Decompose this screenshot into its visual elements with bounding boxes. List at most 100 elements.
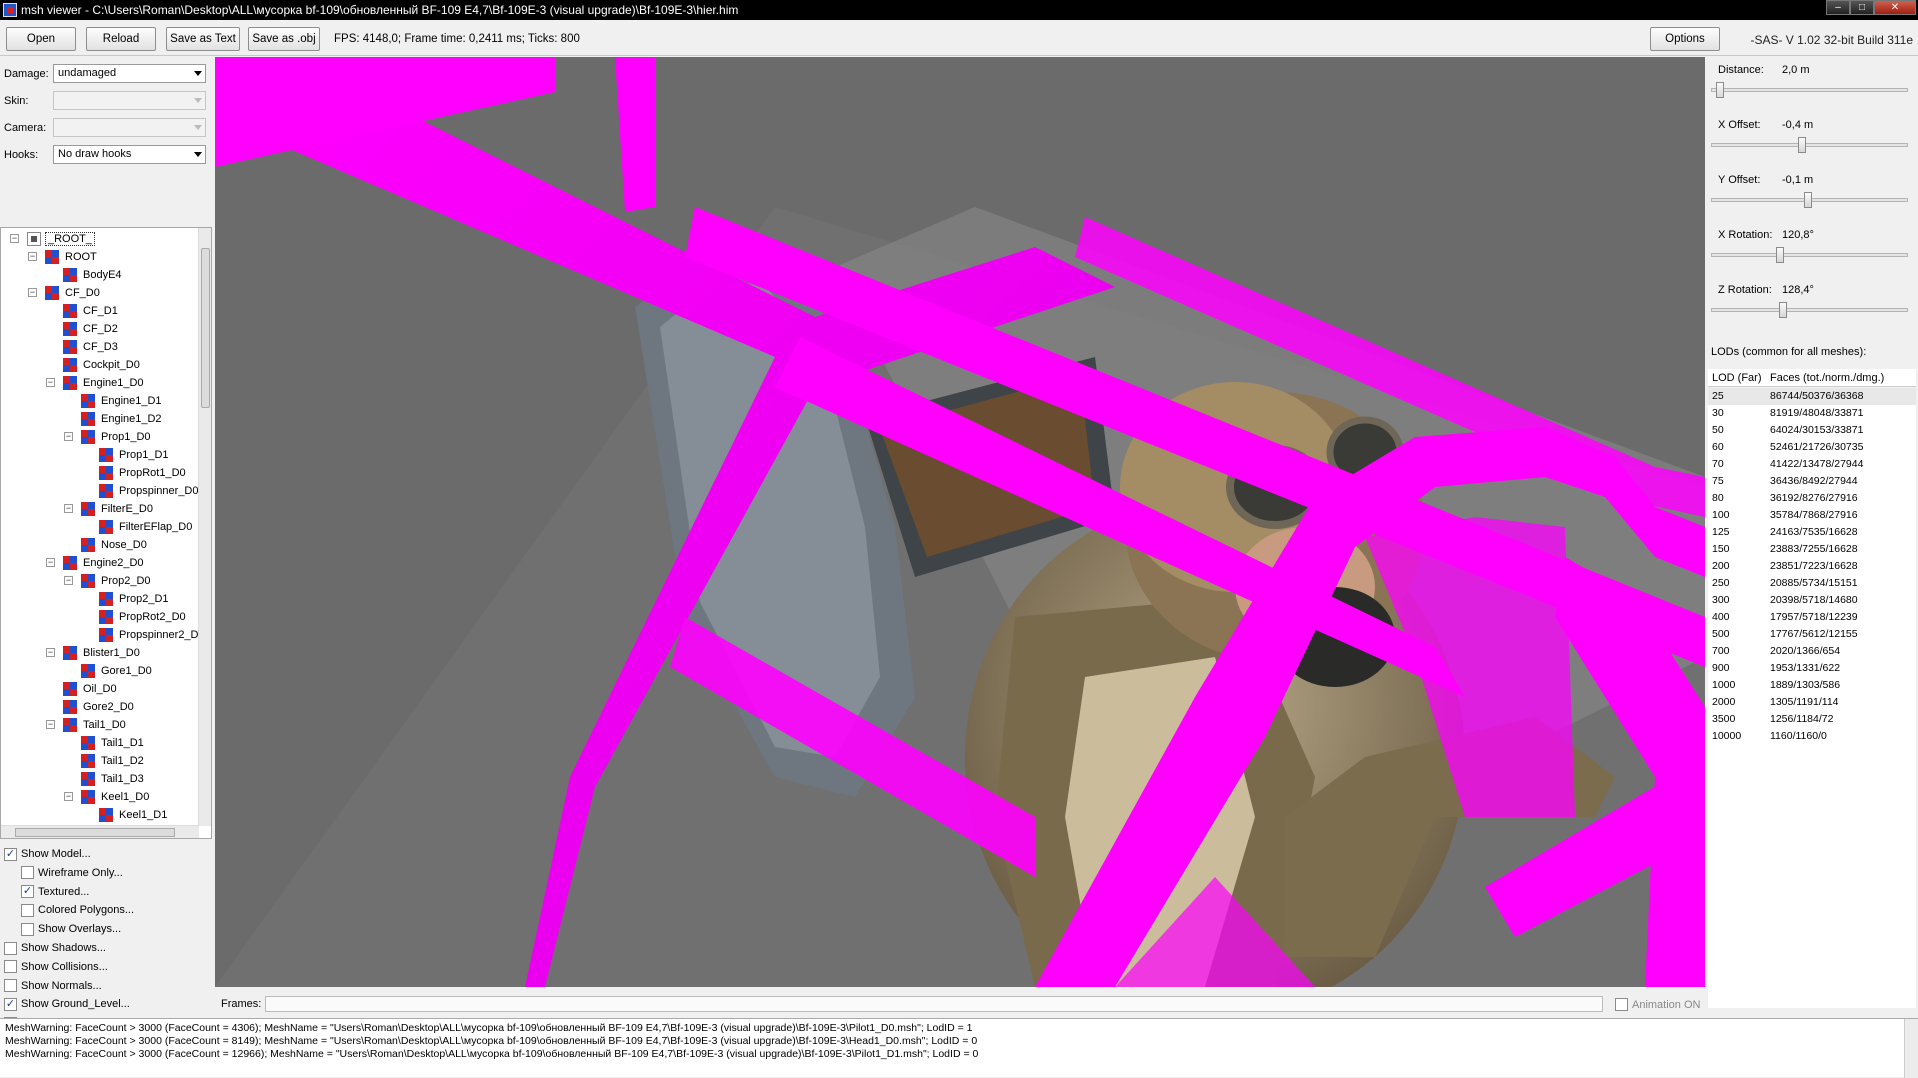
slider-track[interactable]	[1711, 137, 1908, 153]
slider-knob[interactable]	[1798, 137, 1806, 153]
option-8[interactable]: ✓ Show Ground_Level...	[4, 996, 130, 1012]
slider-track[interactable]	[1711, 302, 1908, 318]
tree-node[interactable]: Gore1_D0	[81, 662, 152, 680]
3d-viewport[interactable]	[215, 57, 1705, 987]
lod-row[interactable]: 30 81919/48048/33871	[1708, 405, 1916, 422]
lod-row[interactable]: 200 23851/7223/16628	[1708, 558, 1916, 575]
lod-column-header[interactable]: LOD (Far)	[1712, 372, 1762, 384]
lod-row[interactable]: 2000 1305/1191/114	[1708, 694, 1916, 711]
option-checkbox[interactable]	[21, 866, 34, 880]
lod-row[interactable]: 80 36192/8276/27916	[1708, 490, 1916, 507]
lod-row[interactable]: 900 1953/1331/622	[1708, 660, 1916, 677]
lod-row[interactable]: 700 2020/1366/654	[1708, 643, 1916, 660]
collapse-toggle-icon[interactable]: −	[46, 648, 55, 657]
tree-node[interactable]: Tail1_D3	[81, 770, 144, 788]
lod-row[interactable]: 300 20398/5718/14680	[1708, 592, 1916, 609]
collapse-toggle-icon[interactable]: −	[64, 504, 73, 513]
tree-node[interactable]: CF_D3	[63, 338, 118, 356]
tree-node[interactable]: − _ROOT_	[10, 230, 96, 248]
tree-node[interactable]: − Prop2_D0	[64, 572, 151, 590]
tree-node[interactable]: − Engine1_D0	[46, 374, 144, 392]
save-as-obj-button[interactable]: Save as .obj	[248, 27, 320, 51]
skin-select[interactable]	[53, 91, 206, 110]
tree-node[interactable]: CF_D1	[63, 302, 118, 320]
tree-node[interactable]: − Blister1_D0	[46, 644, 140, 662]
tree-node[interactable]: FilterEFlap_D0	[99, 518, 192, 536]
slider-knob[interactable]	[1804, 192, 1812, 208]
tree-node[interactable]: Propspinner_D0	[99, 482, 199, 500]
tree-vertical-scrollbar[interactable]	[198, 228, 211, 826]
lod-row[interactable]: 70 41422/13478/27944	[1708, 456, 1916, 473]
tree-node[interactable]: Tail1_D2	[81, 752, 144, 770]
lod-row[interactable]: 400 17957/5718/12239	[1708, 609, 1916, 626]
tree-node[interactable]: Keel1_D1	[99, 806, 167, 824]
reload-button[interactable]: Reload	[86, 27, 156, 51]
tree-node[interactable]: − Prop1_D0	[64, 428, 151, 446]
tree-node[interactable]: PropRot2_D0	[99, 608, 186, 626]
save-as-text-button[interactable]: Save as Text	[166, 27, 240, 51]
maximize-button[interactable]: □	[1850, 0, 1874, 15]
minimize-button[interactable]: –	[1826, 0, 1850, 15]
option-checkbox[interactable]	[21, 922, 34, 936]
option-6[interactable]: Show Collisions...	[4, 959, 108, 975]
damage-select[interactable]: undamaged	[53, 64, 206, 83]
option-3[interactable]: Colored Polygons...	[21, 902, 134, 918]
collapse-toggle-icon[interactable]: −	[28, 288, 37, 297]
collapse-toggle-icon[interactable]: −	[46, 378, 55, 387]
tree-node[interactable]: − ROOT	[28, 248, 97, 266]
tree-node[interactable]: PropRot1_D0	[99, 464, 186, 482]
lod-row[interactable]: 125 24163/7535/16628	[1708, 524, 1916, 541]
tree-node[interactable]: Tail1_D1	[81, 734, 144, 752]
tree-node[interactable]: Nose_D0	[81, 536, 147, 554]
option-1[interactable]: Wireframe Only...	[21, 865, 123, 881]
tree-node[interactable]: Cockpit_D0	[63, 356, 140, 374]
scrollbar-thumb[interactable]	[15, 828, 175, 837]
hooks-select[interactable]: No draw hooks	[53, 145, 206, 164]
tree-node[interactable]: BodyE4	[63, 266, 122, 284]
slider-track[interactable]	[1711, 192, 1908, 208]
tree-node[interactable]: Prop2_D1	[99, 590, 169, 608]
open-button[interactable]: Open	[6, 27, 76, 51]
tree-node[interactable]: − CF_D0	[28, 284, 100, 302]
collapse-toggle-icon[interactable]: −	[64, 792, 73, 801]
option-checkbox[interactable]	[4, 960, 17, 974]
console-scrollbar[interactable]	[1904, 1019, 1918, 1078]
option-checkbox[interactable]: ✓	[21, 885, 34, 899]
slider-track[interactable]	[1711, 82, 1908, 98]
hierarchy-tree[interactable]: − _ROOT_ − ROOT BodyE4− CF_D0 CF_D1 CF_D2 CF_D3 C…	[0, 227, 212, 839]
lod-row[interactable]: 50 64024/30153/33871	[1708, 422, 1916, 439]
tree-node[interactable]: − FilterE_D0	[64, 500, 153, 518]
tree-node[interactable]: Oil_D0	[63, 680, 117, 698]
option-7[interactable]: Show Normals...	[4, 978, 102, 994]
lod-row[interactable]: 3500 1256/1184/72	[1708, 711, 1916, 728]
option-checkbox[interactable]: ✓	[4, 847, 17, 861]
animation-checkbox[interactable]	[1615, 998, 1628, 1011]
scrollbar-thumb[interactable]	[201, 248, 210, 408]
tree-node[interactable]: Prop1_D1	[99, 446, 169, 464]
option-5[interactable]: Show Shadows...	[4, 940, 106, 956]
slider-track[interactable]	[1711, 247, 1908, 263]
faces-column-header[interactable]: Faces (tot./norm./dmg.)	[1770, 372, 1884, 384]
collapse-toggle-icon[interactable]: −	[64, 576, 73, 585]
collapse-toggle-icon[interactable]: −	[28, 252, 37, 261]
lod-row[interactable]: 25 86744/50376/36368	[1708, 388, 1916, 405]
animation-toggle[interactable]: Animation ON	[1615, 998, 1700, 1011]
lod-row[interactable]: 10000 1160/1160/0	[1708, 728, 1916, 745]
tree-node[interactable]: − Engine2_D0	[46, 554, 144, 572]
collapse-toggle-icon[interactable]: −	[46, 558, 55, 567]
tree-node[interactable]: CF_D2	[63, 320, 118, 338]
tree-node[interactable]: Gore2_D0	[63, 698, 134, 716]
option-checkbox[interactable]	[4, 979, 17, 993]
tree-node[interactable]: Engine1_D1	[81, 392, 162, 410]
tree-node[interactable]: − Keel1_D0	[64, 788, 149, 806]
slider-knob[interactable]	[1779, 302, 1787, 318]
lod-row[interactable]: 250 20885/5734/15151	[1708, 575, 1916, 592]
option-checkbox[interactable]: ✓	[4, 997, 17, 1011]
slider-knob[interactable]	[1716, 82, 1724, 98]
close-button[interactable]: ✕	[1874, 0, 1916, 15]
tree-node[interactable]: − Tail1_D0	[46, 716, 126, 734]
lod-row[interactable]: 1000 1889/1303/586	[1708, 677, 1916, 694]
option-4[interactable]: Show Overlays...	[21, 921, 121, 937]
lod-row[interactable]: 500 17767/5612/12155	[1708, 626, 1916, 643]
camera-select[interactable]	[53, 118, 206, 137]
